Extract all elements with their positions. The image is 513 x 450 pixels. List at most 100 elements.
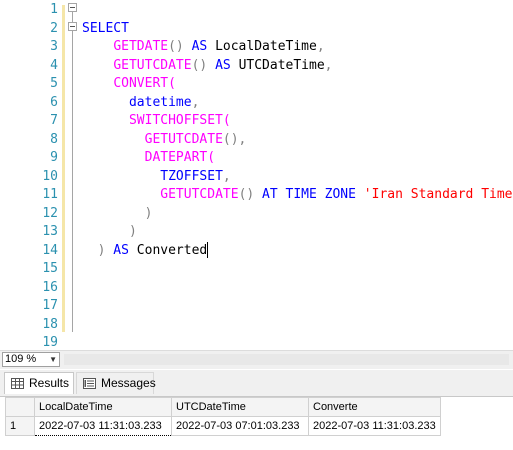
table-cell[interactable]: 2022-07-03 07:01:03.233 — [171, 416, 309, 436]
results-grid[interactable]: LocalDateTime UTCDateTime Converte 1 202… — [0, 397, 513, 450]
zoom-value: 109 % — [5, 353, 37, 365]
code-token: SELECT — [82, 20, 129, 36]
code-token: CONVERT( — [113, 76, 176, 91]
code-line[interactable]: GETUTCDATE(), — [82, 131, 247, 150]
code-line[interactable]: SWITCHOFFSET( — [82, 112, 231, 131]
code-token: UTCDateTime — [238, 57, 325, 73]
line-number: 2 — [50, 20, 58, 36]
table-row[interactable]: 1 2022-07-03 11:31:03.233 2022-07-03 07:… — [5, 416, 441, 436]
code-token: AS — [183, 39, 216, 54]
code-token: (), — [222, 131, 247, 147]
code-token: () — [238, 187, 255, 202]
code-line[interactable]: datetime, — [82, 94, 199, 113]
code-token: , — [316, 39, 325, 54]
code-line[interactable]: CONVERT( — [82, 75, 176, 94]
collapse-icon[interactable] — [68, 22, 77, 31]
row-number-header[interactable] — [5, 397, 35, 417]
line-number: 17 — [42, 298, 58, 313]
code-token: GETUTCDATE — [160, 187, 239, 202]
column-header[interactable]: UTCDateTime — [171, 397, 309, 417]
grid-icon — [11, 378, 24, 389]
code-line[interactable]: GETDATE() AS LocalDateTime, — [82, 38, 325, 57]
line-number: 6 — [50, 94, 58, 110]
collapse-icon[interactable] — [68, 3, 77, 12]
text-caret — [207, 242, 209, 258]
code-token: Converted — [136, 242, 208, 258]
code-token: AT TIME ZONE — [254, 187, 364, 202]
code-line[interactable]: GETUTCDATE() AS UTCDateTime, — [82, 57, 332, 76]
code-token: , — [191, 94, 200, 110]
change-tracking-bar — [62, 5, 65, 332]
tab-results-label: Results — [29, 376, 70, 390]
code-token: AS — [207, 57, 239, 73]
code-token: TZOFFSET — [160, 168, 223, 184]
code-token: DATEPART( — [144, 150, 216, 165]
tab-results[interactable]: Results — [4, 372, 74, 394]
table-cell[interactable]: 2022-07-03 11:31:03.233 — [308, 416, 441, 436]
line-number: 13 — [42, 224, 58, 239]
code-token: ) — [128, 224, 137, 239]
code-line[interactable]: GETUTCDATE() AT TIME ZONE 'Iran Standard… — [82, 186, 513, 205]
table-cell[interactable]: 2022-07-03 11:31:03.233 — [34, 416, 172, 436]
line-number: 14 — [42, 242, 58, 258]
tab-messages-label: Messages — [101, 376, 156, 390]
code-line[interactable]: ) — [82, 223, 137, 242]
line-number: 3 — [50, 39, 58, 54]
line-number: 4 — [50, 57, 58, 73]
results-tab-bar: Results Messages — [0, 370, 513, 397]
code-token: LocalDateTime — [215, 39, 317, 54]
tab-messages[interactable]: Messages — [76, 372, 156, 394]
line-number: 8 — [50, 131, 58, 147]
code-line[interactable]: DATEPART( — [82, 149, 215, 168]
column-header[interactable]: LocalDateTime — [34, 397, 172, 417]
code-token: datetime — [128, 94, 192, 110]
code-token: 'Iran Standard Time' — [363, 187, 513, 202]
messages-icon — [83, 378, 96, 389]
code-token: , — [324, 57, 333, 73]
query-editor[interactable]: 1 2 3 4 5 6 7 8 9 10 11 12 13 14 15 16 17 18 19 SELECT GET… — [0, 0, 513, 350]
outline-fold-line — [72, 12, 73, 332]
horizontal-scrollbar[interactable] — [64, 354, 509, 365]
column-header[interactable]: Converte — [308, 397, 441, 417]
code-token: GETUTCDATE — [144, 131, 223, 147]
results-table[interactable]: LocalDateTime UTCDateTime Converte 1 202… — [5, 397, 441, 436]
code-line[interactable]: TZOFFSET, — [82, 168, 231, 187]
code-token: ) — [144, 205, 153, 221]
line-number: 16 — [42, 279, 58, 295]
code-token: () — [191, 57, 208, 73]
code-line[interactable]: ) AS Converted — [82, 242, 209, 261]
line-number: 19 — [42, 335, 58, 350]
line-number: 9 — [50, 150, 58, 165]
code-token: GETUTCDATE — [113, 57, 192, 73]
line-number: 18 — [42, 316, 58, 332]
code-line[interactable]: SELECT — [82, 20, 129, 39]
code-token: SWITCHOFFSET( — [128, 113, 231, 128]
line-number: 10 — [42, 168, 58, 184]
table-header-row: LocalDateTime UTCDateTime Converte — [5, 397, 441, 417]
code-token: () — [168, 39, 184, 54]
line-number: 11 — [42, 187, 58, 202]
chevron-down-icon: ▼ — [49, 355, 57, 364]
editor-status-bar: 109 % ▼ — [0, 350, 513, 369]
line-number: 5 — [50, 76, 58, 91]
line-number: 15 — [42, 261, 58, 276]
line-number: 1 — [50, 2, 58, 17]
code-token: , — [222, 168, 231, 184]
code-line[interactable]: ) — [82, 205, 153, 224]
zoom-dropdown[interactable]: 109 % ▼ — [2, 352, 60, 367]
code-token: AS — [105, 242, 137, 258]
line-number: 7 — [50, 113, 58, 128]
code-token: GETDATE — [113, 39, 169, 54]
row-number[interactable]: 1 — [5, 416, 35, 436]
